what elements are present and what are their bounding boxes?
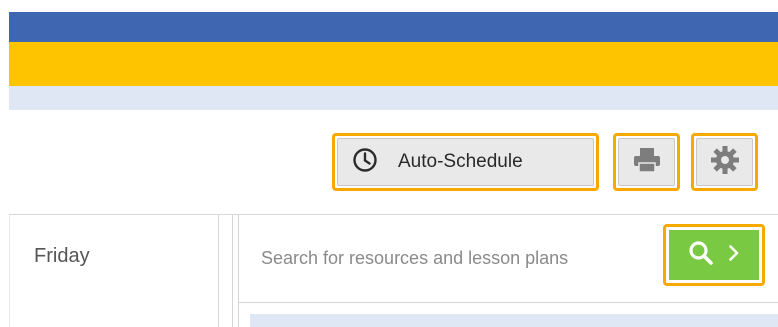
print-button[interactable]: [613, 133, 680, 191]
search-button[interactable]: [663, 224, 765, 286]
auto-schedule-label: Auto-Schedule: [398, 151, 523, 172]
results-header-strip: [250, 314, 778, 327]
subheader-bar: [9, 86, 778, 110]
column-divider: [232, 215, 233, 327]
day-column-friday: Friday: [9, 215, 219, 327]
settings-button[interactable]: [691, 133, 758, 191]
printer-icon: [632, 146, 662, 179]
search-icon: [688, 240, 714, 271]
yellow-banner: [9, 42, 778, 86]
chevron-right-icon: [728, 244, 740, 267]
gear-icon: [710, 145, 740, 180]
top-header-bar: [9, 12, 778, 42]
app-root: Auto-Schedule Friday Search for resource…: [0, 0, 778, 327]
clock-icon: [352, 147, 378, 178]
auto-schedule-button[interactable]: Auto-Schedule: [332, 133, 599, 191]
day-label: Friday: [34, 245, 90, 267]
